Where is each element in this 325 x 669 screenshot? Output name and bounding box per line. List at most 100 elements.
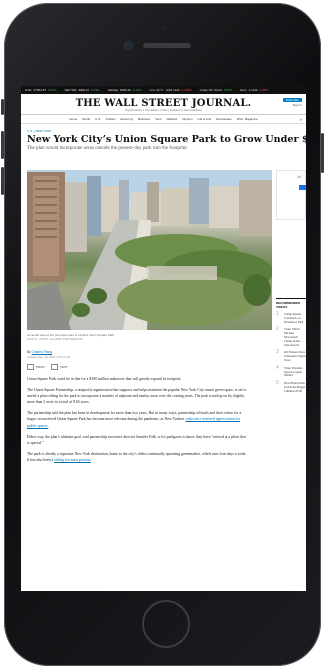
print-icon xyxy=(27,364,34,370)
ticker-chg: 0.55% xyxy=(223,88,233,92)
recommended-item[interactable]: 5 New Biden Plans Tackle the Bigger Child… xyxy=(276,380,306,393)
print-label: PRINT xyxy=(36,364,45,369)
paragraph: Either way, the plan’s ultimate goal, sa… xyxy=(27,434,246,445)
nav-item[interactable]: Tech xyxy=(155,117,161,121)
ticker-item[interactable]: Nasdaq 8256.40 0.16% xyxy=(108,88,142,92)
paragraph: The Union Square Partnership, a nonprofi… xyxy=(27,388,247,405)
account-links: Subscribe Sign In xyxy=(282,98,302,107)
ticker-value: -3/32 Yield xyxy=(165,88,180,92)
ad-label: Ad xyxy=(297,175,302,179)
recommended-title: New Biden Plans Tackle the Bigger Childh… xyxy=(284,381,306,393)
nav-item[interactable]: Markets xyxy=(166,117,177,121)
nav-item[interactable]: Real Estate xyxy=(216,117,232,121)
ticker-value: 27862.87 xyxy=(33,88,47,92)
ticker-name: Nasdaq xyxy=(107,88,119,92)
ticker-chg: 0.16% xyxy=(132,88,142,92)
text-icon xyxy=(51,364,58,370)
photo-credit: PHOTO: UNION SQUARE PARTNERSHIP xyxy=(27,338,83,341)
front-camera xyxy=(125,42,132,49)
recommended-number: 4 xyxy=(276,364,279,371)
nav-item[interactable]: World xyxy=(82,117,90,121)
recommended-list: 1 Trump Denies Comeback on Presidency Pla… xyxy=(276,311,306,394)
search-icon[interactable]: ⌕ xyxy=(300,117,302,122)
ticker-name: U.S. 10 Yr xyxy=(149,88,164,92)
section-nav: Home World U.S. Politics Economy Business Tech… xyxy=(21,115,306,124)
nav-item[interactable]: Business xyxy=(138,117,150,121)
article-body: Union Square Park could be in line for a… xyxy=(27,376,249,463)
recommended-number: 5 xyxy=(276,380,279,387)
article-tools: PRINT TEXT xyxy=(27,364,272,370)
ad-slot[interactable]: Ad xyxy=(276,170,306,220)
ticker-name: S&P 500 xyxy=(64,88,77,92)
recommended-item[interactable]: 3 Oil Futures News as Russian Supply Scar… xyxy=(276,349,306,362)
edition-label[interactable]: English Edition ▾ Print Edition | Video … xyxy=(125,109,202,112)
recommended-item[interactable]: 2 Video Which Michael McConnell Trump Poi… xyxy=(276,326,306,347)
ticker-item[interactable]: DJIA 27862.87 0.51% xyxy=(25,88,57,92)
nav-item[interactable]: Home xyxy=(69,117,77,121)
paragraph: Union Square Park could be in line for a… xyxy=(27,377,182,381)
updated-timestamp: Updated Jan. 18, 2020 7:00 pm ET xyxy=(27,355,71,359)
author-link[interactable]: Charles Passy xyxy=(32,350,53,354)
ticker-item[interactable]: U.S. 10 Yr -3/32 Yield 1.734% xyxy=(149,88,191,92)
article-main: An aerial view of the proposed plan to e… xyxy=(27,170,272,468)
ticker-item[interactable]: S&P 500 3008.47 0.43% xyxy=(65,88,100,92)
nav-item[interactable]: Life & Arts xyxy=(198,117,212,121)
ticker-chg: 0.43% xyxy=(91,88,100,92)
volume-down-button xyxy=(1,167,4,195)
silent-switch xyxy=(1,99,4,115)
ticker-name: Euro xyxy=(240,88,247,92)
paragraph: The partnership said the plan has been i… xyxy=(27,410,249,428)
earpiece-speaker xyxy=(143,43,191,48)
browser-screen: DJIA 27862.87 0.51% S&P 500 3008.47 0.43% Nasd… xyxy=(21,86,306,591)
text-size-button[interactable]: TEXT xyxy=(51,364,68,370)
ticker-chg: 1.734% xyxy=(181,88,192,92)
recommended-title: Trump Denies Comeback on Presidency Plan xyxy=(284,312,304,324)
print-button[interactable]: PRINT xyxy=(27,364,45,370)
recommended-item[interactable]: 4 Video Explains Speech Capital Madrid xyxy=(276,364,306,378)
headline: New York City’s Union Square Park to Gro… xyxy=(27,134,306,145)
recommended-title: Video Which Michael McConnell Trump Poin… xyxy=(284,327,301,347)
ticker-value: 53.04 xyxy=(214,88,222,92)
home-button[interactable] xyxy=(142,600,190,648)
recommended-item[interactable]: 1 Trump Denies Comeback on Presidency Pla… xyxy=(276,311,306,324)
byline: By Charles Passy xyxy=(27,350,272,354)
article-header: U.S. | NEW YORK New York City’s Union Sq… xyxy=(21,129,306,151)
nav-item[interactable]: Economy xyxy=(120,117,133,121)
proximity-sensor xyxy=(162,25,168,31)
ticker-name: DJIA xyxy=(25,88,32,92)
volume-up-button xyxy=(1,131,4,159)
nav-item[interactable]: WSJ. Magazine xyxy=(237,117,258,121)
content-fade xyxy=(21,571,306,591)
ticker-name: Crude Oil xyxy=(199,88,213,92)
photo-illustration xyxy=(27,170,272,330)
right-rail: Ad RECOMMENDED VIDEOS 1 Trump Denies Come… xyxy=(276,170,306,394)
breadcrumb[interactable]: U.S. | NEW YORK xyxy=(27,129,300,133)
ticker-chg: 0.51% xyxy=(48,88,57,92)
aerial-photo[interactable] xyxy=(27,170,272,330)
sign-in-link[interactable]: Sign In xyxy=(293,103,302,107)
ad-button[interactable] xyxy=(299,185,306,190)
recommended-heading: RECOMMENDED VIDEOS xyxy=(276,298,306,309)
recommended-number: 1 xyxy=(276,311,279,317)
masthead-subline: English Edition ▾ Print Edition | Video … xyxy=(21,109,306,112)
power-button xyxy=(321,133,324,173)
nav-item[interactable]: Politics xyxy=(106,117,116,121)
recommended-title: Oil Futures News as Russian Supply Scare xyxy=(284,350,306,362)
inline-link[interactable]: setting for mass protests xyxy=(54,458,91,462)
ticker-value: 8256.40 xyxy=(120,88,131,92)
ticker-chg: 0.05% xyxy=(259,88,269,92)
ticker-value: 3008.47 xyxy=(78,88,90,92)
recommended-number: 2 xyxy=(276,326,279,333)
wsj-logo[interactable]: THE WALL STREET JOURNAL. xyxy=(21,98,306,109)
paragraph: The park is already a signature New York… xyxy=(27,451,249,463)
subscribe-button[interactable]: Subscribe xyxy=(282,98,302,102)
ticker-item[interactable]: Crude Oil 53.04 0.55% xyxy=(200,88,233,92)
ticker-value: 1.1126 xyxy=(248,88,258,92)
ticker-item[interactable]: Euro 1.1126 0.05% xyxy=(240,88,268,92)
recommended-number: 3 xyxy=(276,349,279,356)
photo-caption: An aerial view of the proposed plan to e… xyxy=(27,333,115,337)
market-ticker: DJIA 27862.87 0.51% S&P 500 3008.47 0.43% Nasd… xyxy=(21,86,306,94)
masthead: English Edition ▾ Print Edition | Video … xyxy=(21,94,306,115)
nav-item[interactable]: Opinion xyxy=(182,117,192,121)
nav-item[interactable]: U.S. xyxy=(95,117,101,121)
